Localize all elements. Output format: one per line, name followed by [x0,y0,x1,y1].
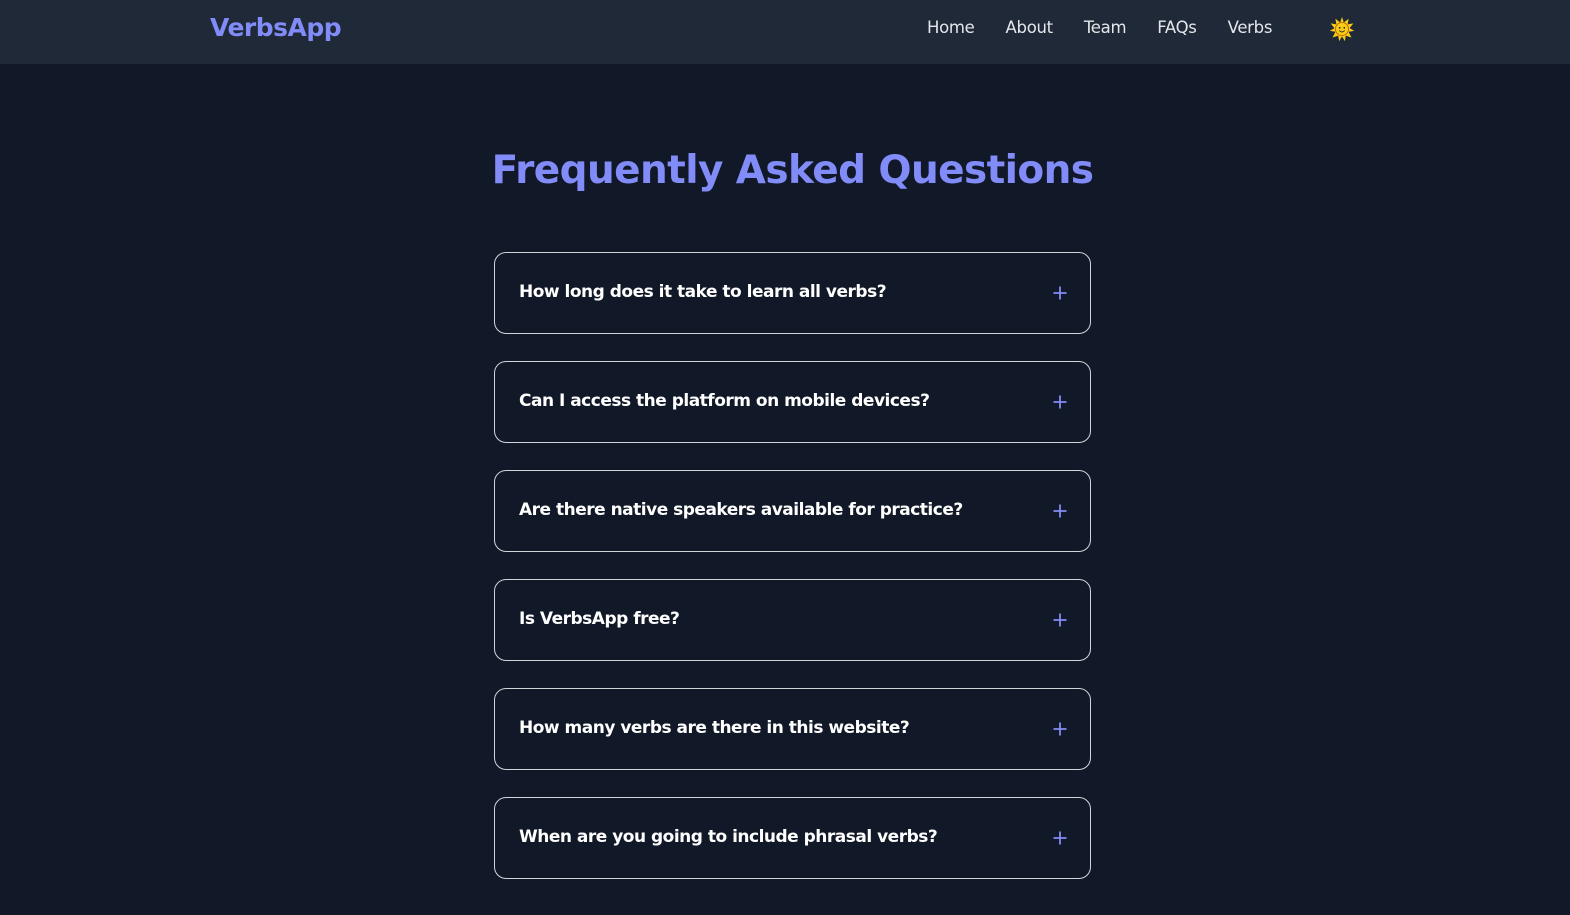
faq-item[interactable]: How many verbs are there in this website… [494,688,1091,770]
faq-item[interactable]: When are you going to include phrasal ve… [494,797,1091,879]
brand-logo[interactable]: VerbsApp [210,13,342,42]
navbar: VerbsApp Home About Team FAQs Verbs [0,0,1570,64]
faq-item[interactable]: How long does it take to learn all verbs… [494,252,1091,334]
faq-question: Is VerbsApp free? [519,609,680,629]
faq-question: How long does it take to learn all verbs… [519,282,887,302]
nav-link-team[interactable]: Team [1084,18,1127,37]
plus-icon [1053,613,1067,627]
plus-icon [1053,722,1067,736]
plus-icon [1053,286,1067,300]
nav-link-faqs[interactable]: FAQs [1157,18,1197,37]
faq-question: How many verbs are there in this website… [519,718,910,738]
nav-link-verbs[interactable]: Verbs [1228,18,1273,37]
faq-question: Can I access the platform on mobile devi… [519,391,930,411]
plus-icon [1053,504,1067,518]
plus-icon [1053,831,1067,845]
plus-icon [1053,395,1067,409]
nav-link-home[interactable]: Home [927,18,975,37]
faq-question: When are you going to include phrasal ve… [519,827,938,847]
theme-toggle-button[interactable] [1328,15,1356,43]
faq-item[interactable]: Is VerbsApp free? [494,579,1091,661]
faq-item[interactable]: Can I access the platform on mobile devi… [494,361,1091,443]
page-title: Frequently Asked Questions [491,148,1094,193]
sun-icon [1328,15,1356,43]
nav-link-about[interactable]: About [1006,18,1054,37]
nav-links: Home About Team FAQs Verbs [927,18,1303,37]
faq-question: Are there native speakers available for … [519,500,963,520]
faq-item[interactable]: Are there native speakers available for … [494,470,1091,552]
